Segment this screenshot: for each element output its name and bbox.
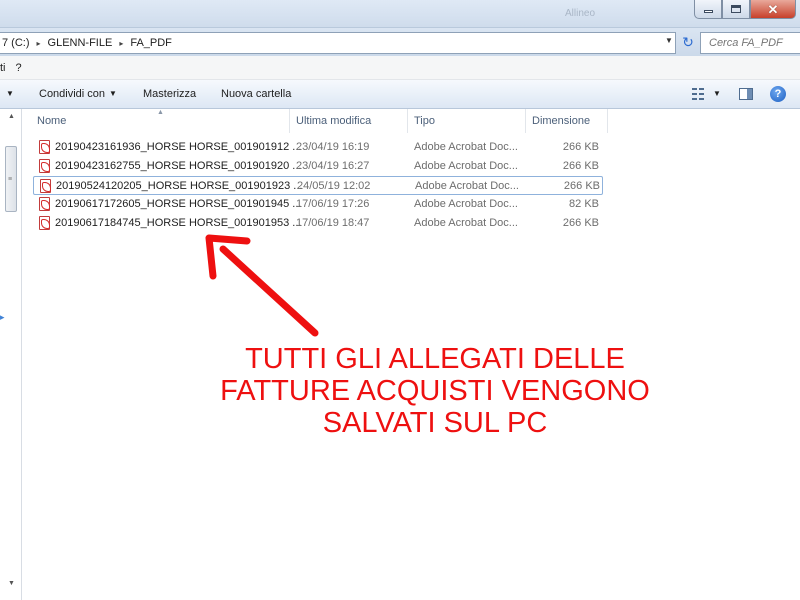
annotation-line: SALVATI SUL PC xyxy=(322,407,548,439)
annotation-arrow xyxy=(205,234,319,337)
annotation-text: TUTTI GLI ALLEGATI DELLE FATTURE ACQUIST… xyxy=(200,343,670,439)
arrow-shaft xyxy=(219,245,319,337)
annotation-line: TUTTI GLI ALLEGATI DELLE xyxy=(245,343,625,375)
annotation-line: FATTURE ACQUISTI VENGONO xyxy=(220,375,650,407)
